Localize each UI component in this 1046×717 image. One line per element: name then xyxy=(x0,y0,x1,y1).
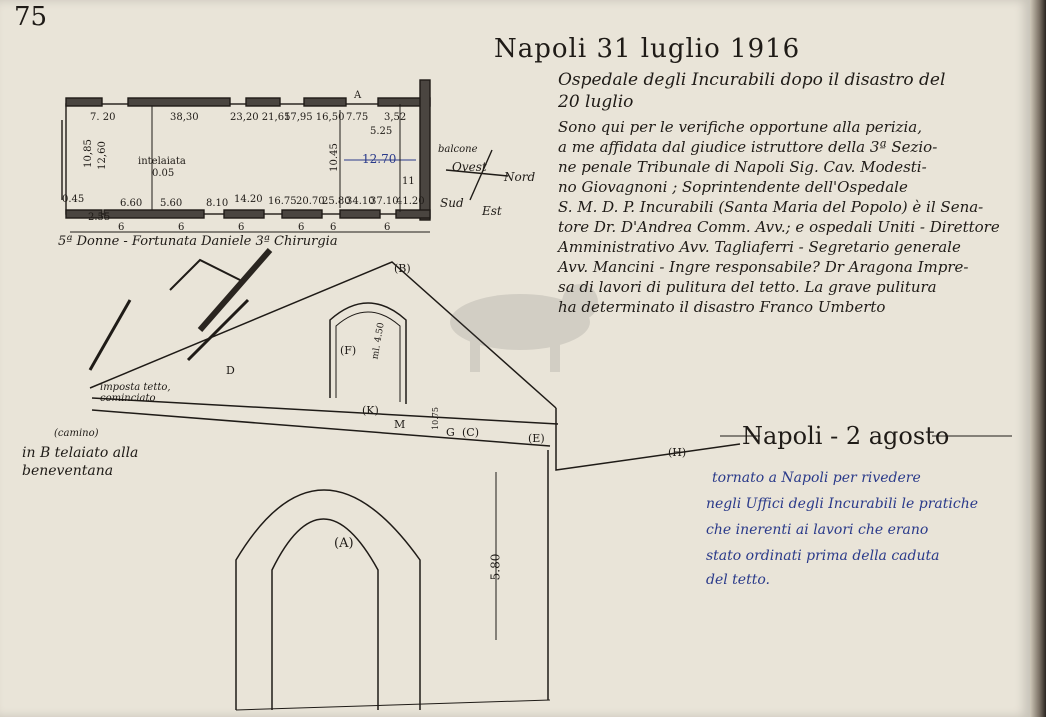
notebook-binding xyxy=(1030,0,1046,717)
sketch-label-height: 5.80 xyxy=(488,553,503,581)
plan-dimension: 6.60 xyxy=(120,198,143,209)
arch-inner xyxy=(271,518,379,710)
plan-wall-hatch xyxy=(245,97,281,107)
plan-span: 6 xyxy=(330,222,337,233)
plan-span: 6 xyxy=(384,222,391,233)
plan-dimension: 5.25 xyxy=(370,126,393,137)
plan-wall-hatch xyxy=(127,97,231,107)
plan-dimension: 3,52 xyxy=(384,112,407,123)
sketch-label-h: (H) xyxy=(668,446,687,459)
roof-rafter xyxy=(88,299,132,371)
plan-label-center: intelaiata xyxy=(138,156,186,167)
arch-outer xyxy=(235,489,421,710)
plan-dimension: A xyxy=(354,90,362,101)
letter-line: Amministrativo Avv. Tagliaferri - Segret… xyxy=(558,238,961,256)
plan-wall-hatch xyxy=(103,209,205,219)
plan-dimension: 7. 20 xyxy=(90,112,116,123)
compass-south: Sud xyxy=(440,196,464,210)
second-entry-title: Napoli - 2 agosto xyxy=(742,422,950,450)
plan-label-center-sub: 0.05 xyxy=(152,168,175,179)
plan-span: 6 xyxy=(298,222,305,233)
entry-subtitle: 20 luglio xyxy=(558,92,634,112)
plan-dimension: 20.70 xyxy=(296,196,325,207)
plan-dimension: 23,20 21,65 xyxy=(230,112,291,123)
compass-east: Est xyxy=(482,204,502,218)
entry-subtitle: Ospedale degli Incurabili dopo il disast… xyxy=(558,70,946,90)
compass-balcony: balcone xyxy=(438,144,478,155)
plan-wall-hatch xyxy=(281,209,323,219)
letter-line: a me affidata dal giudice istruttore del… xyxy=(558,138,938,156)
plan-wall-hatch xyxy=(303,97,347,107)
second-entry-line: tornato a Napoli per rivedere xyxy=(712,470,921,486)
sketch-label-m: M xyxy=(394,418,406,431)
roof-beam-lower xyxy=(91,409,551,447)
sketch-label-c: (C) xyxy=(462,426,479,439)
plan-wall-hatch xyxy=(65,97,103,107)
letter-line: sa di lavori di pulitura del tetto. La g… xyxy=(558,278,937,296)
second-entry-line: che inerenti ai lavori che erano xyxy=(706,522,929,538)
plan-label-right: 12.70 xyxy=(362,152,397,166)
plan-caption: 5ª Donne - Fortunata Daniele 3ª Chirurgi… xyxy=(58,234,338,249)
letter-line: ne penale Tribunale di Napoli Sig. Cav. … xyxy=(558,158,927,176)
page-number: 75 xyxy=(14,2,48,32)
note-b-sup: (camino) xyxy=(54,428,99,439)
plan-dimension: 16.75 xyxy=(268,196,297,207)
sketch-label-small: 10.75 xyxy=(430,407,440,430)
note-impost: imposta tetto, cominciato xyxy=(100,382,171,404)
letter-line: tore Dr. D'Andrea Comm. Avv.; e ospedali… xyxy=(558,218,1000,236)
compass-ns xyxy=(469,149,493,201)
plan-dimension: 7.75 xyxy=(346,112,369,123)
letter-line: Sono qui per le verifiche opportune alla… xyxy=(558,118,923,136)
letter-line: no Giovagnoni ; Soprintendente dell'Ospe… xyxy=(558,178,908,196)
plan-dimension: 2.55 xyxy=(88,212,111,223)
sketch-label-d: D xyxy=(226,364,235,377)
plan-dimension: 38,30 xyxy=(170,112,199,123)
plan-label-left-sub: 12,60 xyxy=(96,141,108,170)
note-b: in B telaiato alla beneventana xyxy=(22,445,139,479)
plan-span: 6 xyxy=(238,222,245,233)
plan-span: 6 xyxy=(178,222,185,233)
compass-west: Ovest xyxy=(452,160,487,174)
plan-dimension: 5.60 xyxy=(160,198,183,209)
letter-line: ha determinato il disastro Franco Umbert… xyxy=(558,298,886,316)
entry-title: Napoli 31 luglio 1916 xyxy=(494,34,801,64)
sketch-label-k: (K) xyxy=(362,404,379,417)
compass-north: Nord xyxy=(504,170,536,184)
cornice xyxy=(555,408,741,471)
plan-dimension: 37.10 xyxy=(370,196,399,207)
plan-dimension: 17,95 16,50 xyxy=(284,112,345,123)
second-entry-line: stato ordinati prima della caduta xyxy=(706,548,940,564)
second-entry-line: negli Uffici degli Incurabili le pratich… xyxy=(706,496,978,512)
plan-dimension: 41.20 xyxy=(396,196,425,207)
sketch-label-b: (B) xyxy=(394,262,411,275)
plan-span: 6 xyxy=(118,222,125,233)
letter-line: Avv. Mancini - Ingre responsabile? Dr Ar… xyxy=(558,258,969,276)
plan-dimension: 0.45 xyxy=(62,194,85,205)
plan-label-right-v: 10.45 xyxy=(328,143,340,172)
plan-wall-hatch xyxy=(395,209,431,219)
sketch-label-e: (E) xyxy=(528,432,545,445)
plan-dimension: 14.20 xyxy=(234,194,263,205)
sketch-label-f: (F) xyxy=(340,344,357,357)
plan-label-side: 11 xyxy=(402,176,415,187)
sketch-label-a: (A) xyxy=(334,536,354,551)
plan-dimension: 8.10 xyxy=(206,198,229,209)
plan-label-left: 10,85 xyxy=(82,139,94,168)
second-entry-line: del tetto. xyxy=(706,572,770,588)
notebook-page: 75 Napoli 31 luglio 1916 Ospedale degli … xyxy=(0,0,1030,717)
sketch-label-g: G xyxy=(446,426,455,439)
plan-wall-hatch xyxy=(223,209,265,219)
letter-line: S. M. D. P. Incurabili (Santa Maria del … xyxy=(558,198,984,216)
plan-wall-hatch xyxy=(339,209,381,219)
